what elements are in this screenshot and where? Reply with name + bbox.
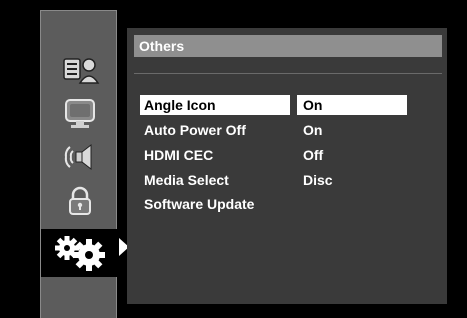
menu-value-media-select[interactable]: Disc: [297, 170, 407, 190]
sidebar-item-audio[interactable]: [41, 135, 118, 179]
menu-value-auto-power-off[interactable]: On: [297, 120, 407, 140]
settings-panel: [127, 28, 447, 304]
settings-screen: Others Angle Icon On Auto Power Off On H…: [0, 0, 467, 318]
settings-sidebar: [40, 10, 118, 318]
menu-item-angle-icon[interactable]: Angle Icon: [140, 95, 290, 115]
sidebar-item-parental[interactable]: [41, 179, 118, 223]
panel-title: Others: [134, 35, 442, 57]
divider: [134, 73, 442, 74]
padlock-icon: [68, 186, 91, 215]
menu-item-hdmi-cec[interactable]: HDMI CEC: [140, 145, 290, 165]
menu-item-media-select[interactable]: Media Select: [140, 170, 290, 190]
sidebar-item-language[interactable]: [41, 47, 118, 91]
menu-value-hdmi-cec[interactable]: Off: [297, 145, 407, 165]
menu-value-software-update[interactable]: [297, 194, 407, 214]
speaker-sound-icon: [64, 143, 91, 171]
menu-item-auto-power-off[interactable]: Auto Power Off: [140, 120, 290, 140]
menu-value-angle-icon[interactable]: On: [297, 95, 407, 115]
sidebar-item-others[interactable]: [41, 229, 118, 277]
tv-monitor-icon: [64, 99, 95, 128]
gears-icon: [54, 236, 105, 271]
sidebar-item-display[interactable]: [41, 91, 118, 135]
language-person-icon: [62, 58, 99, 84]
menu-item-software-update[interactable]: Software Update: [140, 194, 290, 214]
